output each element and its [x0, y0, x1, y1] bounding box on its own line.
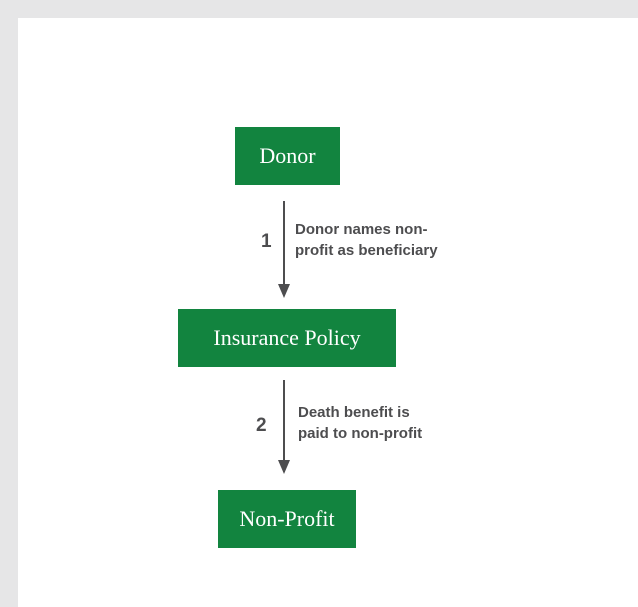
diagram-panel: Donor 1 Donor names non- profit as benef…	[18, 18, 638, 607]
step-2-number: 2	[256, 415, 267, 436]
arrow-down-icon	[278, 284, 290, 298]
donor-node-label: Donor	[259, 143, 316, 168]
arrow-down-icon	[278, 460, 290, 474]
step-1-number: 1	[261, 231, 272, 252]
connector-donor-to-policy	[283, 201, 285, 293]
non-profit-node-label: Non-Profit	[239, 506, 335, 531]
step-1-label: Donor names non- profit as beneficiary	[295, 219, 438, 261]
donor-node: Donor	[235, 127, 340, 185]
step-1-label-line-1: Donor names non-	[295, 221, 428, 238]
step-2-label-line-1: Death benefit is	[298, 404, 410, 421]
insurance-policy-node: Insurance Policy	[178, 309, 396, 367]
connector-policy-to-nonprofit	[283, 380, 285, 472]
step-2-label-line-2: paid to non-profit	[298, 425, 423, 442]
step-1-label-line-2: profit as beneficiary	[295, 242, 438, 259]
step-2-label: Death benefit is paid to non-profit	[298, 402, 422, 444]
non-profit-node: Non-Profit	[218, 490, 356, 548]
insurance-policy-node-label: Insurance Policy	[213, 325, 361, 350]
